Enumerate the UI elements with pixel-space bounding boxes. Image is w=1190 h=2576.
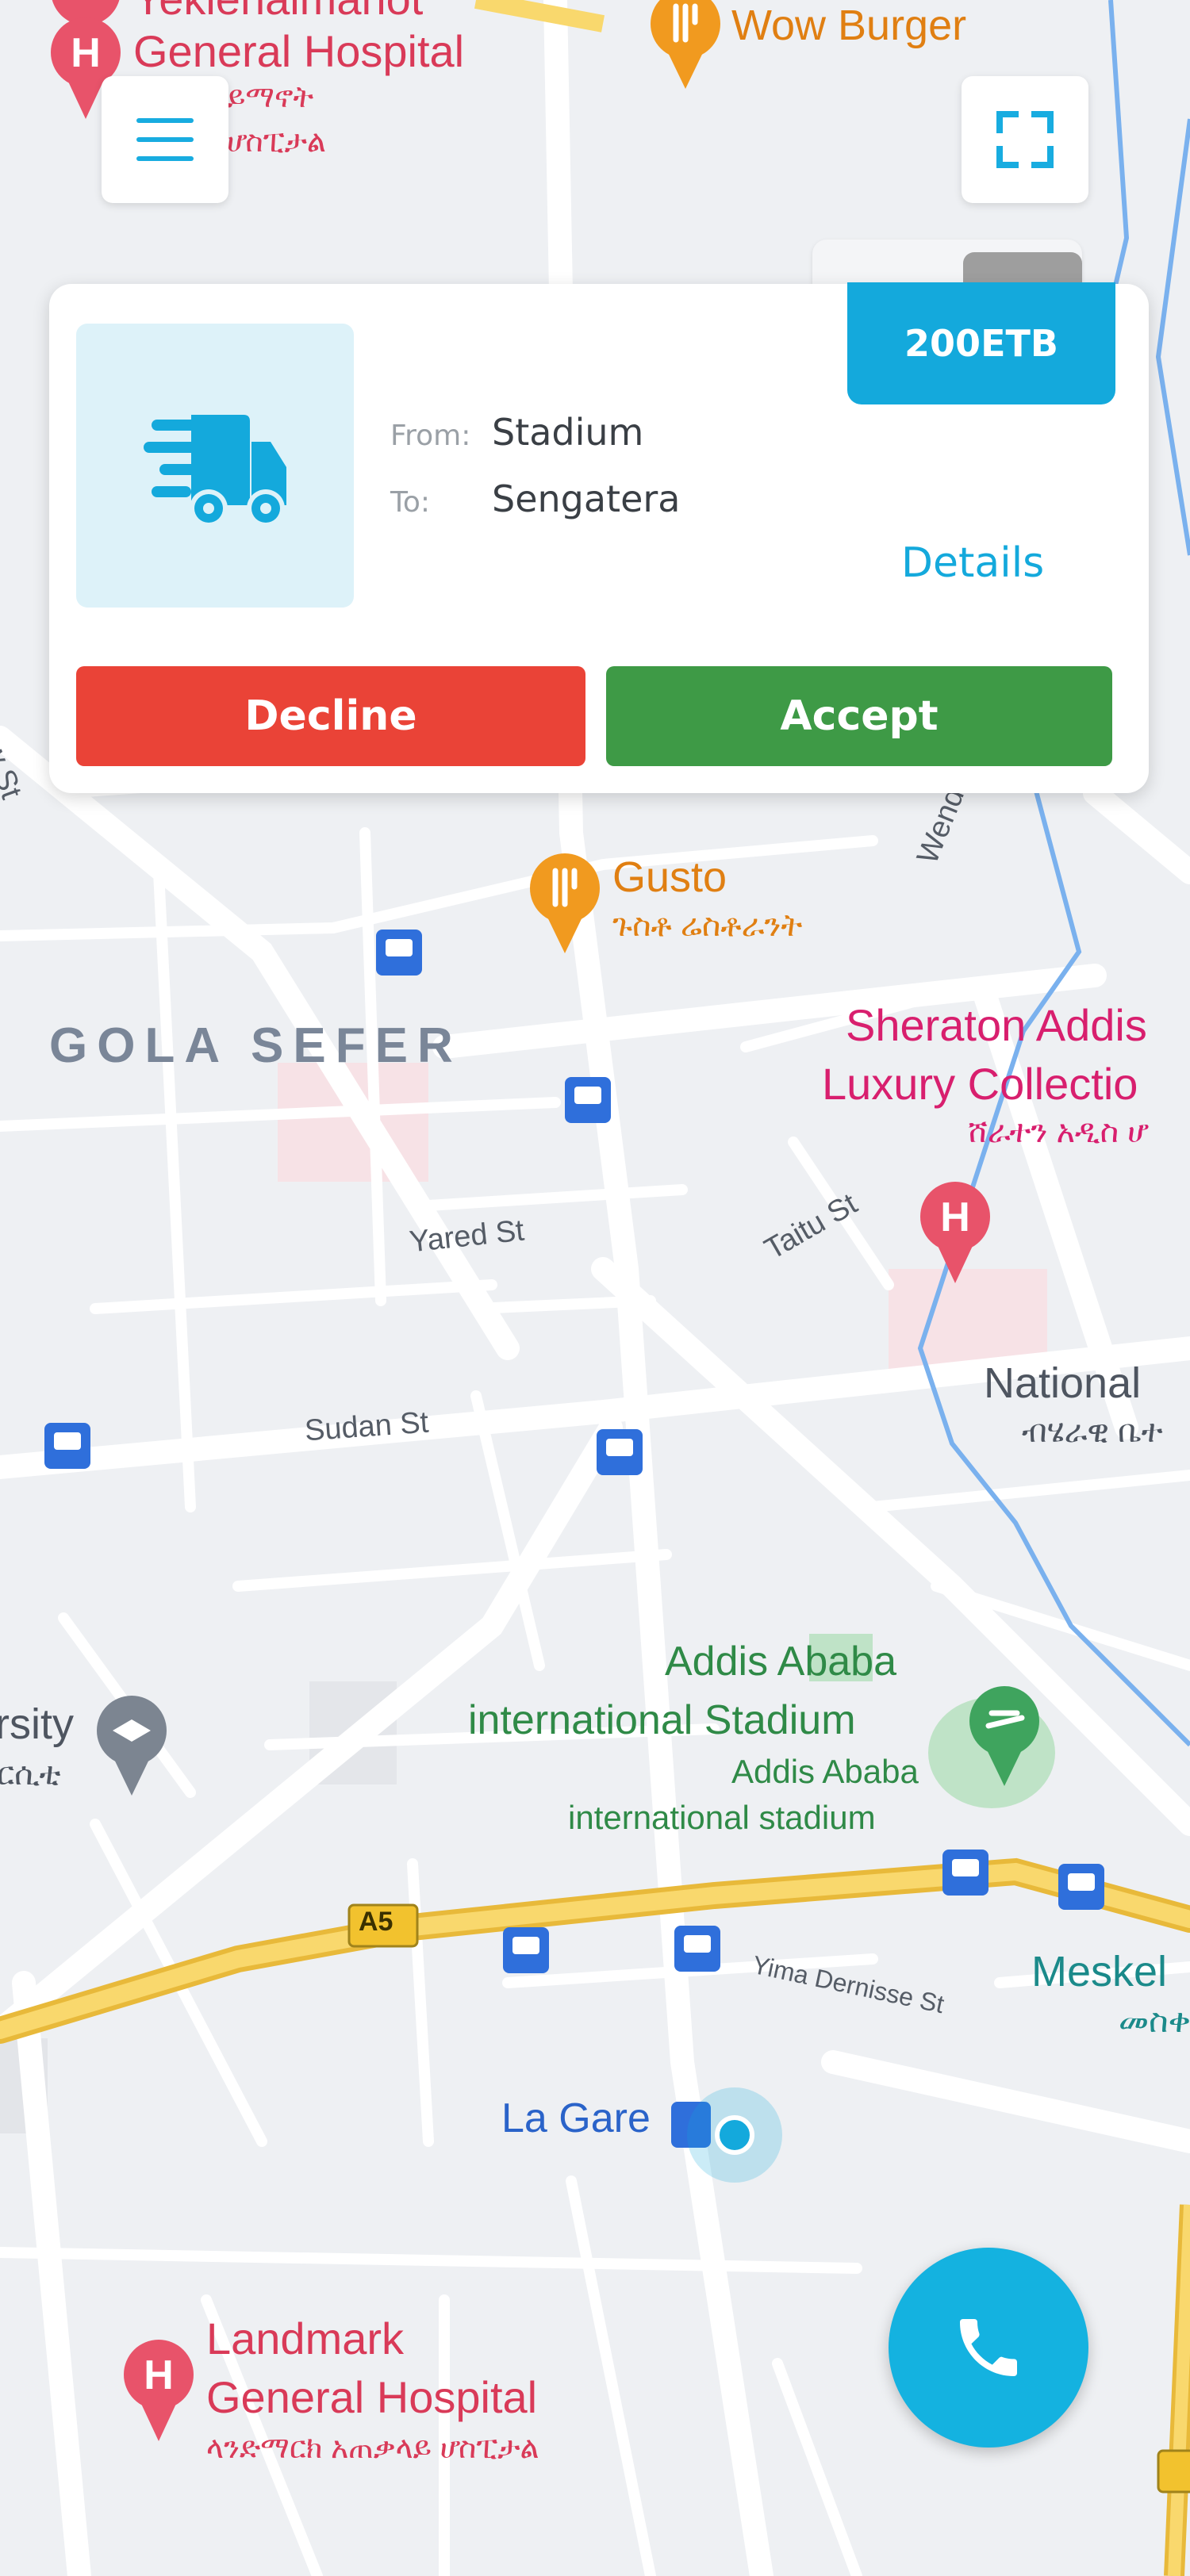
map-label-stadium: international Stadium bbox=[468, 1697, 856, 1743]
delivery-thumbnail bbox=[76, 324, 354, 608]
map-label-hospital-top: Yekiehalmahot bbox=[133, 0, 423, 23]
decline-button[interactable]: Decline bbox=[76, 666, 585, 766]
fullscreen-icon bbox=[996, 111, 1054, 168]
map-label-hospital-top-sub: ሆስፒታል bbox=[227, 125, 327, 159]
delivery-truck-icon bbox=[144, 415, 286, 527]
accept-button[interactable]: Accept bbox=[606, 666, 1112, 766]
map-label-stadium: Addis Ababa bbox=[665, 1639, 897, 1685]
map-label-sheraton-sub: ሸራተን አዲስ ሆ bbox=[968, 1114, 1150, 1149]
to-label: To: bbox=[390, 486, 431, 519]
highway-shield-a5: A5 bbox=[359, 1907, 393, 1937]
map-label-la-gare: La Gare bbox=[501, 2095, 651, 2141]
location-dot bbox=[715, 2115, 754, 2155]
map-label-national-sub: ብሄራዊ ቤተ bbox=[1022, 1414, 1163, 1449]
map-label-gusto: Gusto bbox=[612, 853, 727, 901]
price-badge: 200ETB bbox=[847, 282, 1115, 404]
map-label-sheraton: Sheraton Addis bbox=[846, 1000, 1147, 1050]
map-label-hospital-top-sub: ይማኖት bbox=[227, 81, 314, 114]
map-label-university: rsity bbox=[0, 1700, 74, 1748]
svg-text:H: H bbox=[940, 1194, 970, 1240]
map-label-sheraton: Luxury Collectio bbox=[822, 1059, 1138, 1109]
details-link[interactable]: Details bbox=[901, 539, 1044, 587]
map-label-district: GOLA SEFER bbox=[49, 1018, 463, 1073]
map-label-university-sub: ርሲቲ bbox=[0, 1757, 61, 1792]
route-from: From: Stadium bbox=[390, 411, 643, 454]
phone-icon bbox=[960, 2319, 1017, 2376]
current-location-marker bbox=[687, 2087, 782, 2183]
menu-button[interactable] bbox=[102, 76, 228, 203]
map-label-landmark: Landmark bbox=[206, 2313, 405, 2363]
map-label-meskel-sub: መስቀ bbox=[1119, 2002, 1190, 2039]
from-label: From: bbox=[390, 420, 471, 452]
map-label-gusto-sub: ጉስቶ ሬስቶራንት bbox=[612, 908, 803, 943]
map-label-national: National bbox=[984, 1359, 1142, 1407]
delivery-request-card: From: Stadium To: Sengatera 200ETB Detai… bbox=[49, 282, 1149, 793]
from-value: Stadium bbox=[492, 411, 644, 454]
map-label-landmark: General Hospital bbox=[206, 2372, 538, 2422]
map-label-meskel: Meskel bbox=[1031, 1948, 1168, 1995]
svg-text:H: H bbox=[144, 2352, 174, 2398]
hamburger-menu-icon bbox=[136, 118, 194, 123]
map-label-landmark-sub: ላንድማርክ አጠቃላይ ሆስፒታል bbox=[206, 2432, 539, 2465]
map-label-stadium-sub: international stadium bbox=[568, 1799, 876, 1836]
to-value: Sengatera bbox=[492, 477, 681, 520]
call-button[interactable] bbox=[889, 2248, 1088, 2448]
map-label-wow-burger: Wow Burger bbox=[731, 2, 967, 49]
map-label-stadium-sub: Addis Ababa bbox=[731, 1753, 919, 1790]
route-to: To: Sengatera bbox=[390, 477, 680, 520]
fullscreen-button[interactable] bbox=[962, 76, 1088, 203]
svg-text:H: H bbox=[71, 30, 101, 76]
map-label-hospital-top: General Hospital bbox=[133, 26, 465, 76]
